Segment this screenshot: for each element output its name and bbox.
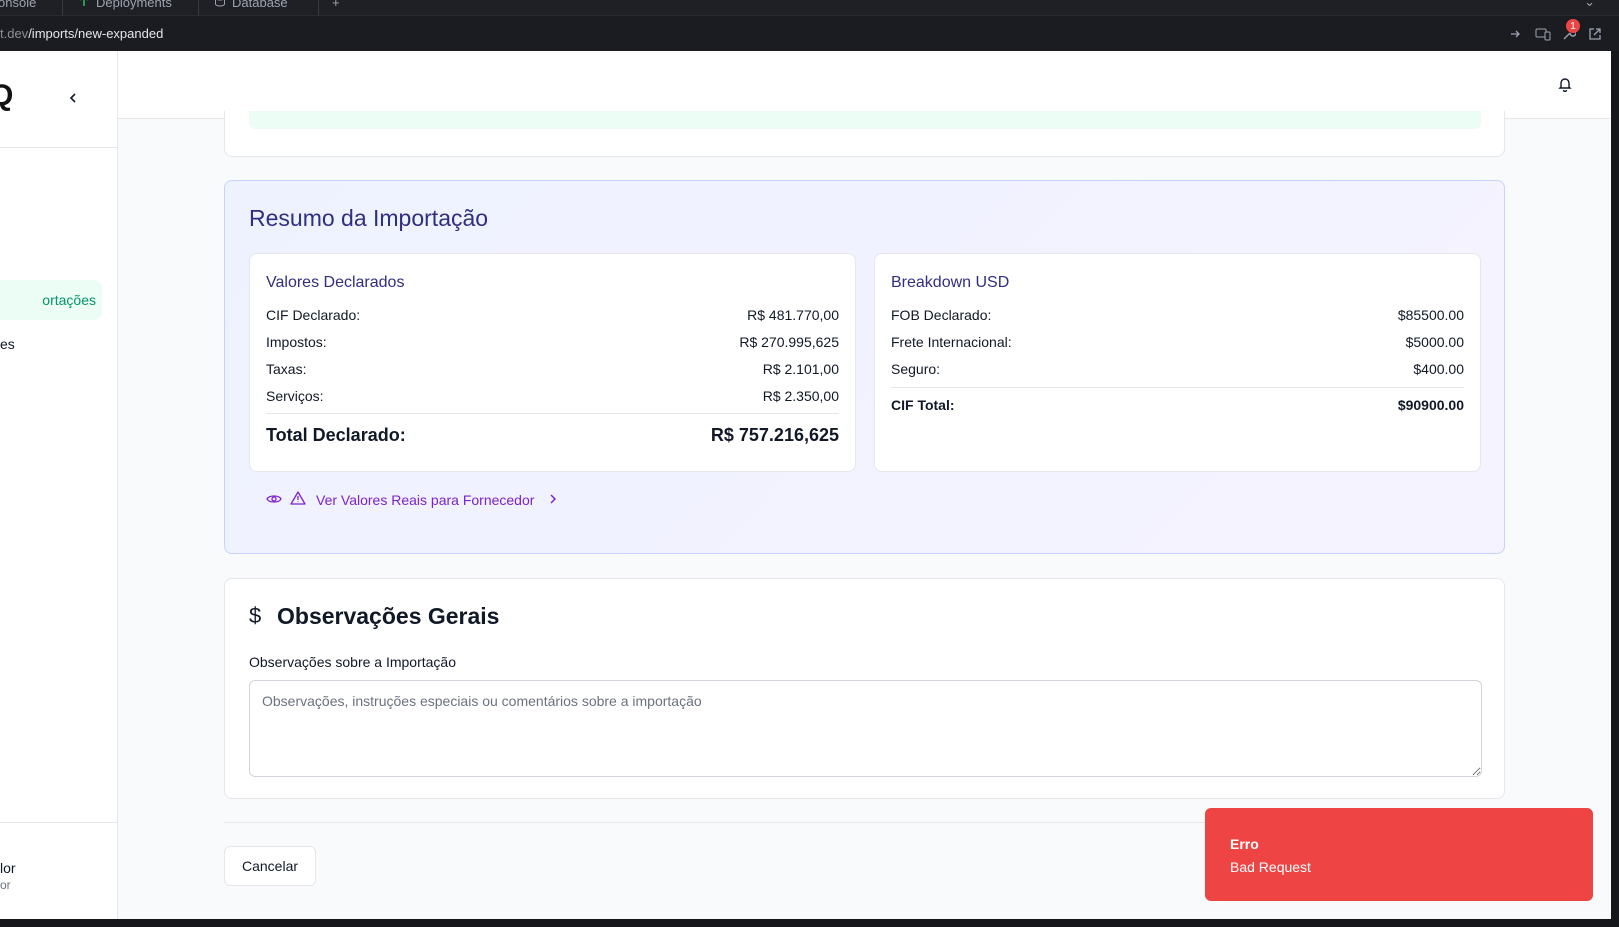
- row-label: Frete Internacional:: [891, 334, 1012, 350]
- user-role: or: [0, 878, 11, 892]
- app-logo: Q: [0, 79, 14, 112]
- browser-tab-label: Deployments: [96, 0, 172, 10]
- sidebar-item-secondary[interactable]: es: [0, 327, 102, 363]
- previous-section-card: [224, 111, 1505, 157]
- sidebar-item-label: ortações: [42, 292, 96, 308]
- usd-row-seguro: Seguro: $400.00: [891, 361, 1464, 381]
- declared-row-servicos: Serviços: R$ 2.350,00: [266, 388, 839, 408]
- row-label: Serviços:: [266, 388, 324, 404]
- go-arrow-icon[interactable]: [1506, 25, 1524, 43]
- usd-total-row: CIF Total: $90900.00: [891, 397, 1464, 417]
- observations-textarea[interactable]: [249, 680, 1482, 777]
- browser-tab-label: Database: [232, 0, 288, 10]
- cancel-button[interactable]: Cancelar: [224, 846, 316, 886]
- success-banner: [249, 111, 1481, 129]
- url-domain: t.dev: [0, 26, 29, 41]
- total-label: CIF Total:: [891, 397, 955, 413]
- database-icon: [214, 0, 226, 10]
- declared-row-cif: CIF Declarado: R$ 481.770,00: [266, 307, 839, 327]
- row-value: R$ 270.995,625: [739, 334, 839, 350]
- deploy-icon: [78, 0, 90, 10]
- row-value: $5000.00: [1405, 334, 1464, 350]
- new-tab-button[interactable]: +: [332, 0, 340, 10]
- usd-row-fob: FOB Declarado: $85500.00: [891, 307, 1464, 327]
- general-observations-card: $ Observações Gerais Observações sobre a…: [224, 578, 1505, 799]
- user-name[interactable]: lor: [0, 860, 16, 876]
- tab-divider: [318, 0, 319, 15]
- eye-icon: [266, 492, 282, 508]
- browser-tab-bar: onsole Deployments Database + ⌄: [0, 0, 1619, 15]
- chevron-right-icon: [548, 492, 558, 508]
- usd-breakdown-box: Breakdown USD FOB Declarado: $85500.00 F…: [874, 253, 1481, 472]
- browser-tab-database[interactable]: Database: [214, 0, 288, 10]
- sidebar-divider: [0, 822, 118, 823]
- sidebar-item-importacoes[interactable]: ortações: [0, 280, 102, 320]
- toast-title: Erro: [1230, 836, 1259, 852]
- declared-values-box: Valores Declarados CIF Declarado: R$ 481…: [249, 253, 856, 472]
- row-label: Taxas:: [266, 361, 307, 377]
- usd-breakdown-title: Breakdown USD: [891, 274, 1010, 291]
- toast-message: Bad Request: [1230, 859, 1311, 875]
- address-bar[interactable]: t.dev/imports/new-expanded: [0, 15, 1619, 51]
- row-value: R$ 481.770,00: [747, 307, 839, 323]
- browser-tab-label: onsole: [0, 0, 37, 10]
- window-bottom-edge: [0, 919, 1619, 927]
- app-viewport: Q ortações es lor or Resumo da Importaçã…: [0, 51, 1611, 919]
- row-value: $400.00: [1413, 361, 1464, 377]
- sidebar: Q ortações es lor or: [0, 51, 118, 919]
- notification-badge: 1: [1566, 19, 1580, 33]
- import-summary-card: Resumo da Importação Valores Declarados …: [224, 180, 1505, 554]
- collapse-sidebar-button[interactable]: [62, 87, 84, 109]
- bell-icon[interactable]: [1554, 73, 1576, 95]
- summary-title: Resumo da Importação: [249, 205, 489, 231]
- row-value: R$ 2.350,00: [762, 388, 839, 404]
- dollar-icon: $: [249, 603, 262, 628]
- total-value: R$ 757.216,625: [710, 425, 839, 445]
- error-toast[interactable]: Erro Bad Request: [1205, 808, 1593, 901]
- tab-divider: [62, 0, 63, 15]
- observations-title: Observações Gerais: [277, 603, 500, 629]
- row-label: CIF Declarado:: [266, 307, 361, 323]
- total-label: Total Declarado:: [266, 425, 406, 445]
- row-label: FOB Declarado:: [891, 307, 992, 323]
- reveal-real-values-link[interactable]: Ver Valores Reais para Fornecedor: [266, 491, 558, 508]
- warning-icon: [290, 491, 306, 508]
- url-path: /imports/new-expanded: [28, 26, 164, 41]
- observations-field-label: Observações sobre a Importação: [249, 654, 456, 670]
- top-header: [118, 51, 1611, 119]
- external-link-icon[interactable]: [1586, 25, 1604, 43]
- url-text[interactable]: t.dev/imports/new-expanded: [0, 26, 163, 41]
- row-label: Impostos:: [266, 334, 327, 350]
- declared-row-taxas: Taxas: R$ 2.101,00: [266, 361, 839, 381]
- sidebar-divider: [0, 147, 118, 148]
- row-divider: [266, 413, 839, 414]
- browser-tab-deployments[interactable]: Deployments: [78, 0, 172, 10]
- row-value: R$ 2.101,00: [762, 361, 839, 377]
- chevron-down-icon[interactable]: ⌄: [1584, 0, 1595, 10]
- tab-divider: [198, 0, 199, 15]
- row-label: Seguro:: [891, 361, 941, 377]
- sidebar-item-label: es: [0, 336, 15, 352]
- chevron-left-icon: [69, 93, 76, 103]
- row-value: $85500.00: [1397, 307, 1464, 323]
- declared-values-title: Valores Declarados: [266, 274, 405, 291]
- reveal-link-label: Ver Valores Reais para Fornecedor: [316, 491, 535, 508]
- plus-icon: +: [332, 0, 340, 10]
- row-divider: [891, 387, 1464, 388]
- declared-row-impostos: Impostos: R$ 270.995,625: [266, 334, 839, 354]
- browser-tab-console[interactable]: onsole: [0, 0, 36, 10]
- devices-icon[interactable]: [1534, 25, 1552, 43]
- declared-total-row: Total Declarado: R$ 757.216,625: [266, 425, 839, 449]
- total-value: $90900.00: [1397, 397, 1464, 413]
- usd-row-frete: Frete Internacional: $5000.00: [891, 334, 1464, 354]
